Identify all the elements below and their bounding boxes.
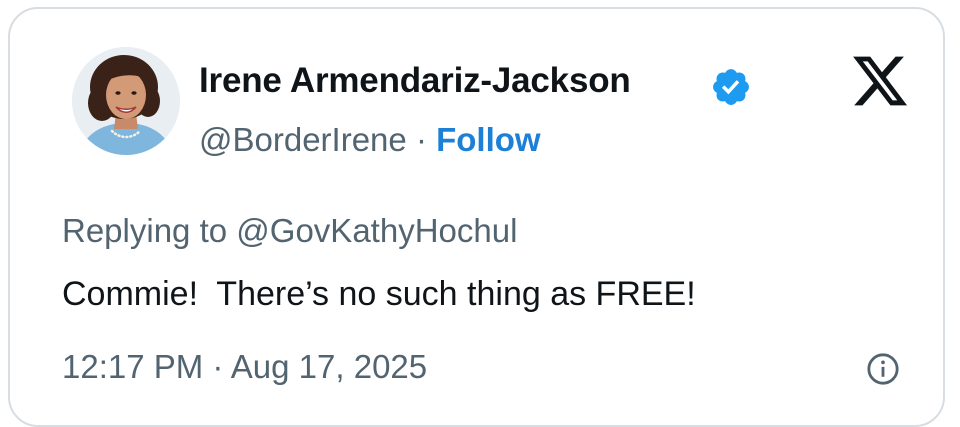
follow-separator: · (415, 121, 427, 158)
verified-badge-icon (713, 69, 749, 105)
avatar-image (72, 47, 180, 155)
avatar[interactable] (72, 47, 180, 155)
replying-to-prefix: Replying to (62, 212, 228, 249)
tweet-text: Commie! There’s no such thing as FREE! (62, 275, 696, 313)
replying-to: Replying to @GovKathyHochul (62, 212, 517, 250)
x-logo-icon[interactable] (850, 53, 910, 109)
timestamp-separator: · (212, 348, 224, 385)
author-handle[interactable]: @BorderIrene (199, 121, 407, 158)
info-icon[interactable] (866, 352, 900, 386)
follow-button[interactable]: Follow (436, 121, 540, 158)
tweet-card: Irene Armendariz-Jackson @BorderIrene · … (8, 7, 945, 427)
tweet-timestamp[interactable]: 12:17 PM · Aug 17, 2025 (62, 348, 427, 386)
handle-row: @BorderIrene · Follow (199, 121, 541, 159)
tweet-time: 12:17 PM (62, 348, 204, 385)
replying-to-handle[interactable]: @GovKathyHochul (236, 212, 517, 249)
author-display-name[interactable]: Irene Armendariz-Jackson (199, 61, 631, 101)
tweet-date: Aug 17, 2025 (230, 348, 428, 385)
